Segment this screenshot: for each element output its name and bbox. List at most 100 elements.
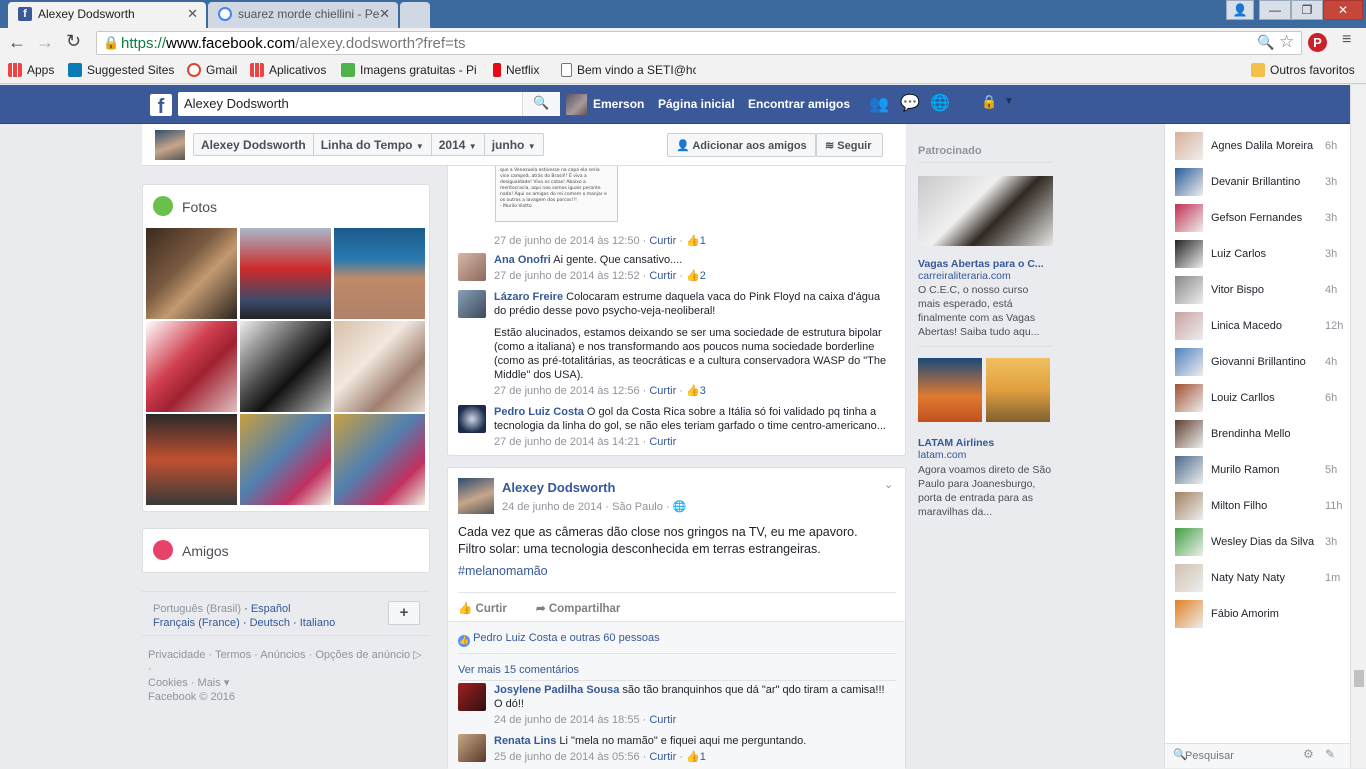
language-link[interactable]: Español: [251, 603, 291, 615]
star-bookmark-icon[interactable]: ☆: [1279, 32, 1294, 52]
post-author[interactable]: Alexey Dodsworth: [502, 480, 615, 495]
chat-friend-item[interactable]: Naty Naty Naty 1m: [1175, 564, 1345, 592]
photo-thumbnail[interactable]: [334, 414, 425, 505]
profile-thumbnail[interactable]: [155, 130, 185, 160]
post-date-link[interactable]: 24 de junho de 2014: [502, 501, 602, 513]
language-link[interactable]: Italiano: [300, 617, 335, 629]
chat-friend-item[interactable]: Devanir Brillantino 3h: [1175, 168, 1345, 196]
ad-domain[interactable]: latam.com: [918, 449, 966, 461]
close-tab-icon[interactable]: ✕: [187, 6, 198, 22]
timeline-name[interactable]: Alexey Dodsworth: [194, 134, 314, 156]
forward-icon[interactable]: →: [36, 32, 54, 53]
bookmark-gmail[interactable]: Gmail: [187, 63, 237, 77]
ad-image[interactable]: [918, 358, 982, 422]
chat-friend-item[interactable]: Louiz Carllos 6h: [1175, 384, 1345, 412]
close-tab-icon[interactable]: ✕: [379, 6, 390, 22]
search-button[interactable]: 🔍: [522, 92, 560, 116]
messages-icon[interactable]: 💬: [900, 93, 920, 113]
add-language-button[interactable]: +: [388, 601, 420, 625]
commenter-avatar[interactable]: [458, 734, 486, 762]
hashtag-link[interactable]: #melanomamão: [458, 563, 858, 580]
pinterest-extension-icon[interactable]: P: [1308, 33, 1327, 52]
ad-headline[interactable]: Vagas Abertas para o C...: [918, 258, 1044, 270]
likes-summary[interactable]: 👍 Pedro Luiz Costa e outras 60 pessoas: [458, 632, 660, 647]
shared-screenshot-image[interactable]: que a Venezuela estivesse na copa ela se…: [495, 166, 618, 222]
tab-google[interactable]: suarez morde chiellini - Pe ✕: [208, 2, 398, 28]
commenter-name[interactable]: Ana Onofri: [494, 254, 551, 266]
follow-button[interactable]: ≋ Seguir: [816, 133, 883, 157]
author-avatar[interactable]: [458, 478, 494, 514]
ad-image[interactable]: [986, 358, 1050, 422]
view-more-comments-link[interactable]: Ver mais 15 comentários: [458, 664, 579, 676]
bookmark-imagens-gratuitas[interactable]: Imagens gratuitas - Pi: [341, 63, 476, 77]
chat-friend-item[interactable]: Brendinha Mello: [1175, 420, 1345, 448]
language-link[interactable]: Français (France): [153, 617, 240, 629]
like-comment-link[interactable]: Curtir: [649, 235, 676, 247]
bookmark-seti[interactable]: Bem vindo a SETI@hc: [561, 63, 696, 77]
footer-link[interactable]: Cookies: [148, 677, 188, 689]
like-comment-link[interactable]: Curtir: [649, 714, 676, 726]
photo-thumbnail[interactable]: [146, 321, 237, 412]
photo-thumbnail[interactable]: [334, 228, 425, 319]
post-place-link[interactable]: São Paulo: [612, 501, 663, 513]
chat-settings-gear-icon[interactable]: ⚙: [1303, 747, 1314, 761]
footer-link[interactable]: Opções de anúncio: [315, 649, 410, 661]
minimize-icon[interactable]: —: [1259, 0, 1291, 20]
chat-friend-item[interactable]: Gefson Fernandes 3h: [1175, 204, 1345, 232]
photo-thumbnail[interactable]: [146, 414, 237, 505]
photo-thumbnail[interactable]: [240, 228, 331, 319]
photos-title[interactable]: Fotos: [182, 199, 217, 215]
menu-icon[interactable]: ≡: [1342, 31, 1351, 49]
photo-thumbnail[interactable]: [240, 321, 331, 412]
chat-friend-item[interactable]: Milton Filho 11h: [1175, 492, 1345, 520]
add-friend-button[interactable]: 👤 Adicionar aos amigos: [667, 133, 816, 157]
nav-find-friends[interactable]: Encontrar amigos: [748, 97, 850, 111]
account-menu-chevron-icon[interactable]: ▼: [1004, 96, 1014, 107]
chat-friend-item[interactable]: Wesley Dias da Silva 3h: [1175, 528, 1345, 556]
commenter-avatar[interactable]: [458, 683, 486, 711]
address-bar[interactable]: 🔒 https://www.facebook.com/alexey.dodswo…: [96, 31, 1302, 55]
chat-friend-item[interactable]: Agnes Dalila Moreira 6h: [1175, 132, 1345, 160]
facebook-search-input[interactable]: Alexey Dodsworth 🔍: [178, 92, 560, 116]
friends-title[interactable]: Amigos: [182, 543, 229, 559]
post-options-chevron-icon[interactable]: ⌄: [884, 478, 893, 491]
commenter-avatar[interactable]: [458, 290, 486, 318]
chat-friend-item[interactable]: Vitor Bispo 4h: [1175, 276, 1345, 304]
chat-friend-item[interactable]: Linica Macedo 12h: [1175, 312, 1345, 340]
commenter-name[interactable]: Josylene Padilha Sousa: [494, 684, 619, 696]
chat-friend-item[interactable]: Fábio Amorim: [1175, 600, 1345, 628]
commenter-name[interactable]: Pedro Luiz Costa: [494, 406, 584, 418]
bookmark-aplicativos[interactable]: Aplicativos: [250, 63, 326, 77]
chat-search-input[interactable]: [1185, 746, 1295, 766]
commenter-avatar[interactable]: [458, 405, 486, 433]
tab-facebook[interactable]: f Alexey Dodsworth ✕: [8, 2, 206, 28]
ad-domain[interactable]: carreiraliteraria.com: [918, 270, 1011, 282]
ad-headline[interactable]: LATAM Airlines: [918, 437, 994, 449]
bookmark-apps[interactable]: Apps: [8, 63, 54, 77]
close-window-icon[interactable]: ✕: [1323, 0, 1363, 20]
month-dropdown[interactable]: junho ▼: [485, 134, 543, 156]
friend-requests-icon[interactable]: 👥: [869, 94, 889, 114]
back-icon[interactable]: ←: [8, 32, 26, 53]
page-scrollbar[interactable]: [1350, 85, 1366, 768]
like-comment-link[interactable]: Curtir: [649, 751, 676, 763]
scrollbar-thumb[interactable]: [1354, 670, 1364, 687]
chat-friend-item[interactable]: Murilo Ramon 5h: [1175, 456, 1345, 484]
bookmark-suggested-sites[interactable]: Suggested Sites: [68, 63, 174, 77]
privacy-shortcuts-icon[interactable]: 🔒: [981, 94, 997, 110]
commenter-name[interactable]: Lázaro Freire: [494, 291, 563, 303]
facebook-logo-icon[interactable]: f: [150, 94, 172, 118]
footer-link[interactable]: Anúncios: [260, 649, 305, 661]
share-button[interactable]: ➦ Compartilhar: [536, 601, 620, 615]
footer-link[interactable]: Privacidade: [148, 649, 205, 661]
maximize-icon[interactable]: ❐: [1291, 0, 1323, 20]
nav-user-profile[interactable]: Emerson: [593, 97, 644, 111]
footer-link[interactable]: Termos: [215, 649, 251, 661]
new-tab-button[interactable]: [400, 2, 430, 28]
photo-thumbnail[interactable]: [146, 228, 237, 319]
like-button[interactable]: 👍 Curtir: [458, 601, 507, 615]
chat-new-message-icon[interactable]: ✎: [1325, 747, 1335, 761]
timeline-dropdown[interactable]: Linha do Tempo ▼: [314, 134, 432, 156]
other-bookmarks[interactable]: Outros favoritos: [1251, 63, 1355, 77]
chat-friend-item[interactable]: Luiz Carlos 3h: [1175, 240, 1345, 268]
